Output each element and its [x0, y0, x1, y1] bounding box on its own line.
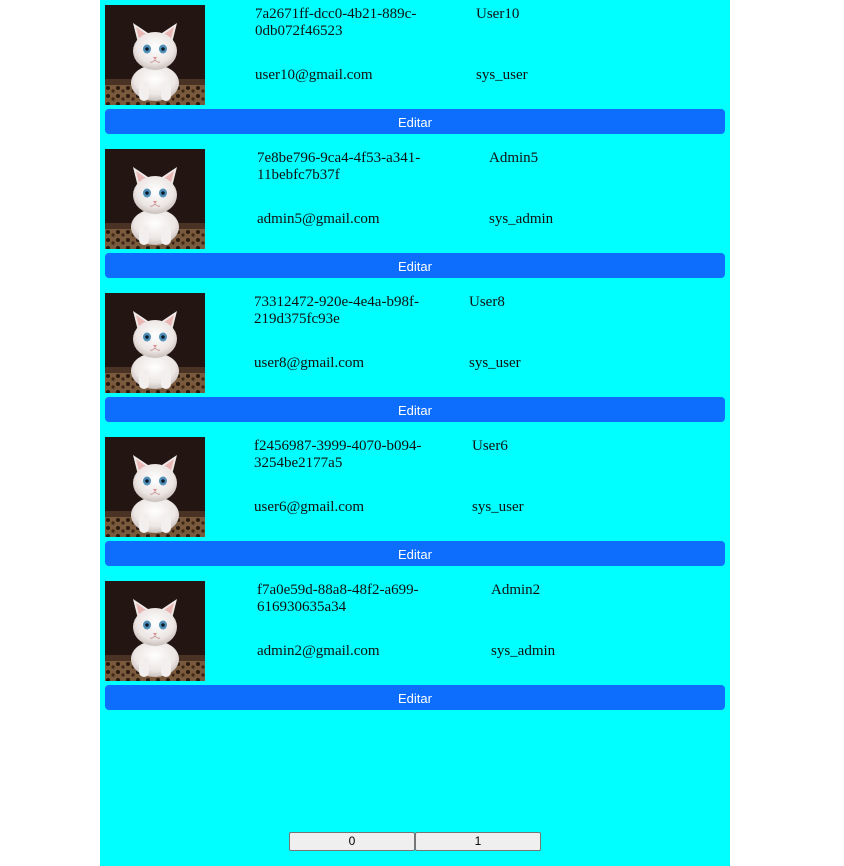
user-card: 73312472-920e-4e4a-b98f-219d375fc93e Use…: [105, 288, 725, 432]
user-card: 7e8be796-9ca4-4f53-a341-11bebfc7b37f Adm…: [105, 144, 725, 288]
user-id: f7a0e59d-88a8-48f2-a699-616930635a34: [257, 582, 419, 615]
user-role: sys_user: [469, 355, 521, 371]
user-id: 73312472-920e-4e4a-b98f-219d375fc93e: [254, 294, 419, 327]
user-id: 7e8be796-9ca4-4f53-a341-11bebfc7b37f: [257, 150, 421, 183]
user-role: sys_admin: [491, 643, 556, 659]
avatar-kitten-image: [105, 293, 205, 393]
user-name: User10: [476, 6, 520, 22]
user-card: f2456987-3999-4070-b094-3254be2177a5 Use…: [105, 432, 725, 576]
user-role: sys_user: [472, 499, 524, 515]
user-role: sys_admin: [489, 211, 554, 227]
user-email: user10@gmail.com: [255, 67, 373, 83]
user-name: Admin5: [489, 150, 539, 166]
edit-button[interactable]: Editar: [105, 541, 725, 566]
user-email: user8@gmail.com: [254, 355, 365, 371]
user-name: Admin2: [491, 582, 541, 598]
user-email: admin5@gmail.com: [257, 211, 380, 227]
avatar-kitten-image: [105, 581, 205, 681]
avatar-kitten-image: [105, 437, 205, 537]
avatar-kitten-image: [105, 5, 205, 105]
page-button-0[interactable]: 0: [289, 832, 415, 851]
user-name: User8: [469, 294, 505, 310]
avatar-kitten-image: [105, 149, 205, 249]
user-email: admin2@gmail.com: [257, 643, 380, 659]
user-card: f7a0e59d-88a8-48f2-a699-616930635a34 Adm…: [105, 576, 725, 720]
edit-button[interactable]: Editar: [105, 685, 725, 710]
edit-button[interactable]: Editar: [105, 253, 725, 278]
user-card: 7a2671ff-dcc0-4b21-889c-0db072f46523 Use…: [105, 0, 725, 144]
user-role: sys_user: [476, 67, 528, 83]
user-id: 7a2671ff-dcc0-4b21-889c-0db072f46523: [255, 6, 417, 39]
edit-button[interactable]: Editar: [105, 397, 725, 422]
page-button-1[interactable]: 1: [415, 832, 541, 851]
user-name: User6: [472, 438, 508, 454]
user-id: f2456987-3999-4070-b094-3254be2177a5: [254, 438, 422, 471]
user-email: user6@gmail.com: [254, 499, 365, 515]
user-list-panel: 7a2671ff-dcc0-4b21-889c-0db072f46523 Use…: [100, 0, 730, 866]
edit-button[interactable]: Editar: [105, 109, 725, 134]
